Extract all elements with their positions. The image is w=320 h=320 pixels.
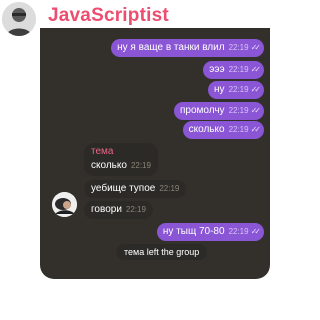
sender-name[interactable]: тема bbox=[91, 146, 151, 158]
read-ticks-icon: ✓✓ bbox=[250, 43, 262, 52]
message-bubble[interactable]: сколько 22:19 ✓✓ bbox=[182, 121, 264, 139]
message-time: 22:19 bbox=[228, 125, 249, 134]
message-text: говори bbox=[91, 204, 122, 215]
message-bubble[interactable]: тема сколько 22:19 bbox=[84, 143, 158, 176]
message-bubble[interactable]: ну 22:19 ✓✓ bbox=[208, 81, 264, 99]
user-avatar-icon[interactable] bbox=[2, 2, 36, 36]
message-text: сколько bbox=[188, 124, 225, 135]
peer-avatar-icon[interactable] bbox=[52, 192, 77, 217]
message-time: 22:19 bbox=[130, 161, 151, 170]
read-ticks-icon: ✓✓ bbox=[250, 106, 262, 115]
message-text: сколько bbox=[91, 160, 127, 171]
message-time: 22:19 bbox=[228, 106, 249, 115]
read-ticks-icon: ✓✓ bbox=[250, 125, 262, 134]
message-bubble[interactable]: эээ 22:19 ✓✓ bbox=[203, 61, 264, 79]
message-time: 22:19 bbox=[228, 65, 249, 74]
read-ticks-icon: ✓✓ bbox=[250, 65, 262, 74]
message-text: ну я ваще в танки влил bbox=[117, 42, 225, 53]
message-time: 22:19 bbox=[125, 205, 146, 214]
message-bubble[interactable]: говори 22:19 bbox=[84, 201, 153, 219]
message-time: 22:19 bbox=[228, 85, 249, 94]
message-text: эээ bbox=[209, 64, 225, 75]
message-text: уебище тупое bbox=[91, 183, 156, 194]
message-text: промолчу bbox=[179, 105, 225, 116]
service-message: тема left the group bbox=[116, 244, 208, 260]
read-ticks-icon: ✓✓ bbox=[250, 227, 262, 236]
message-bubble[interactable]: ну я ваще в танки влил 22:19 ✓✓ bbox=[111, 39, 264, 57]
message-time: 22:19 bbox=[228, 227, 249, 236]
message-time: 22:19 bbox=[159, 184, 180, 193]
chat-title[interactable]: JavaScriptist bbox=[48, 5, 169, 27]
message-time: 22:19 bbox=[228, 43, 249, 52]
chat-panel: ну я ваще в танки влил 22:19 ✓✓ эээ 22:19 ✓✓… bbox=[40, 28, 270, 279]
message-bubble[interactable]: ну тыщ 70-80 22:19 ✓✓ bbox=[156, 223, 264, 241]
message-bubble[interactable]: промолчу 22:19 ✓✓ bbox=[173, 102, 264, 120]
read-ticks-icon: ✓✓ bbox=[250, 85, 262, 94]
message-text: ну тыщ 70-80 bbox=[162, 226, 225, 237]
message-bubble[interactable]: уебище тупое 22:19 bbox=[84, 180, 187, 198]
message-text: ну bbox=[214, 84, 225, 95]
